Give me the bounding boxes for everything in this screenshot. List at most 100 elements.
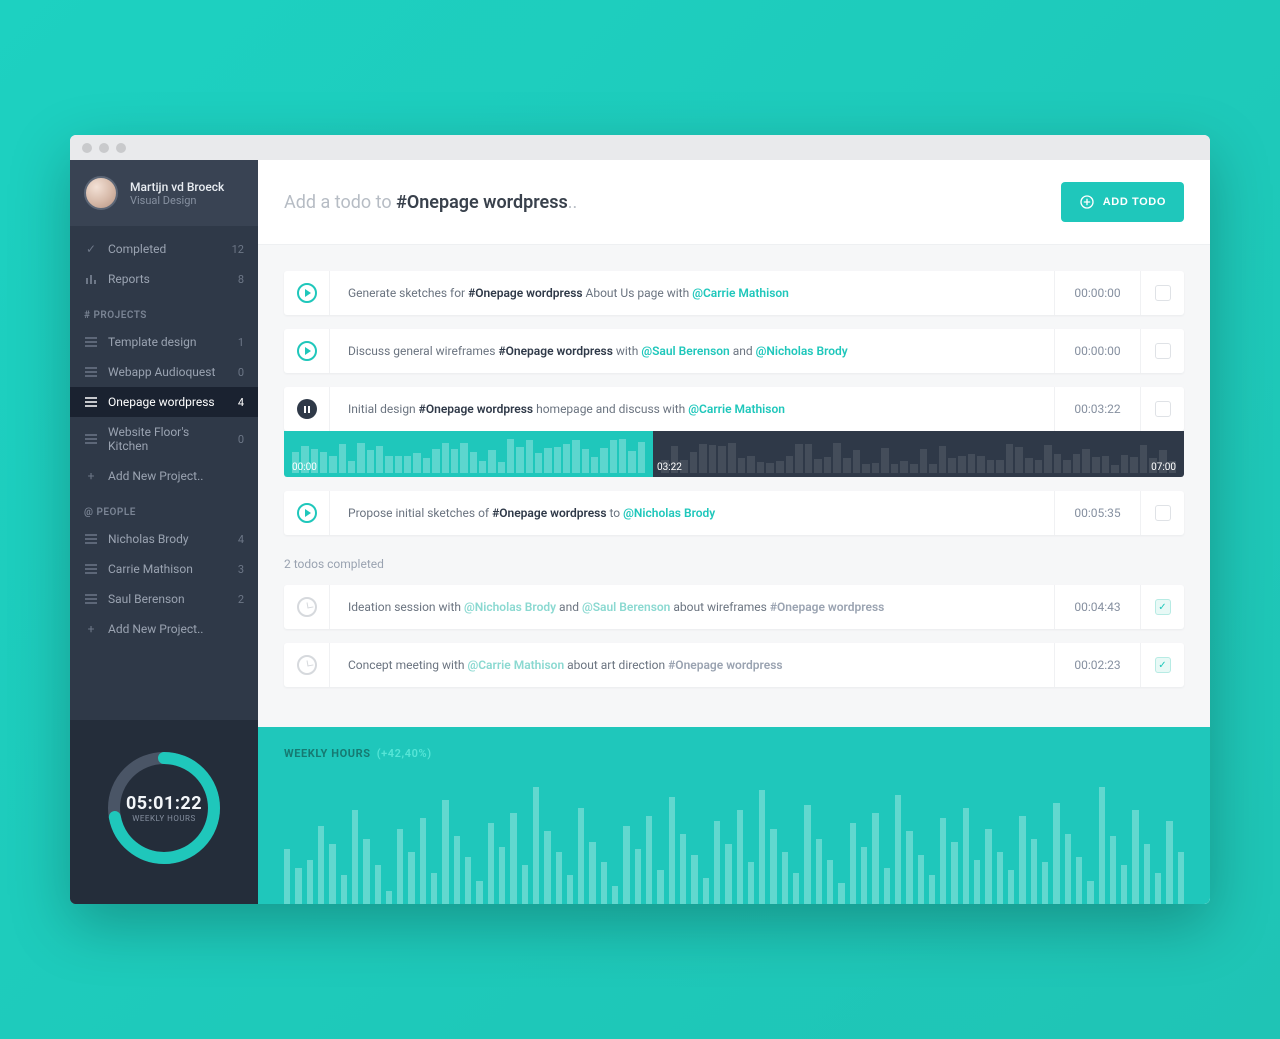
prompt-hashtag: #Onepage wordpress: [396, 192, 568, 213]
weekly-bar: [1155, 873, 1161, 904]
todo-item: Discuss general wireframes #Onepage word…: [284, 329, 1184, 373]
list-icon: [84, 564, 98, 574]
play-button[interactable]: [297, 341, 317, 361]
avatar: [84, 176, 118, 210]
todo-check-cell: [1140, 271, 1184, 315]
sidebar-item-label: Webapp Audioquest: [108, 365, 228, 379]
sidebar-item-count: 1: [238, 336, 244, 349]
weekly-bar: [567, 875, 573, 904]
weekly-bar: [318, 826, 324, 904]
list-icon: [84, 534, 98, 544]
ring-label: WEEKLY HOURS: [132, 814, 195, 823]
list-icon: [84, 367, 98, 377]
sidebar-item-person[interactable]: Saul Berenson 2: [70, 584, 258, 614]
todo-action-cell: [284, 271, 330, 315]
weekly-bar: [770, 829, 776, 904]
user-role: Visual Design: [130, 194, 224, 207]
weekly-bar: [963, 808, 969, 904]
weekly-bar: [386, 891, 392, 904]
weekly-bar: [623, 826, 629, 904]
weekly-bar: [850, 823, 856, 904]
todo-text[interactable]: Discuss general wireframes #Onepage word…: [330, 330, 1054, 372]
profile[interactable]: Martijn vd Broeck Visual Design: [70, 160, 258, 226]
sidebar-item-person[interactable]: + Add New Project..: [70, 614, 258, 644]
window-titlebar: [70, 135, 1210, 160]
weekly-bar: [510, 813, 516, 904]
weekly-bar: [454, 836, 460, 904]
play-button[interactable]: [297, 283, 317, 303]
todo-action-cell: [284, 643, 330, 687]
todo-checkbox[interactable]: [1155, 401, 1171, 417]
list-icon: [84, 434, 98, 444]
plus-icon: +: [84, 622, 98, 636]
pause-button[interactable]: [297, 399, 317, 419]
todo-checkbox[interactable]: [1155, 343, 1171, 359]
sidebar-item-project[interactable]: Website Floor's Kitchen 0: [70, 417, 258, 461]
todo-text[interactable]: Propose initial sketches of #Onepage wor…: [330, 492, 1054, 534]
weekly-bar: [918, 855, 924, 904]
weekly-bar: [1121, 865, 1127, 904]
window-minimize-dot[interactable]: [99, 143, 109, 153]
weekly-bar: [476, 881, 482, 904]
sidebar: Martijn vd Broeck Visual Design ✓ Comple…: [70, 160, 258, 904]
todo-checkbox[interactable]: [1155, 599, 1171, 615]
weekly-bar: [295, 868, 301, 904]
todo-time: 00:00:00: [1054, 329, 1140, 373]
projects-heading: # PROJECTS: [70, 294, 258, 327]
todo-checkbox[interactable]: [1155, 285, 1171, 301]
add-todo-button[interactable]: ADD TODO: [1061, 182, 1184, 222]
sidebar-item-completed[interactable]: ✓ Completed 12: [70, 234, 258, 264]
weekly-bar: [929, 875, 935, 904]
weekly-bar: [1110, 836, 1116, 904]
weekly-bar: [1132, 810, 1138, 904]
weekly-bar: [635, 849, 641, 904]
todo-check-cell: [1140, 585, 1184, 629]
weekly-bar: [804, 805, 810, 904]
todo-text[interactable]: Ideation session with @Nicholas Brody an…: [330, 586, 1054, 628]
weekly-bar: [782, 852, 788, 904]
weekly-bar: [589, 842, 595, 904]
window-maximize-dot[interactable]: [116, 143, 126, 153]
todo-check-cell: [1140, 387, 1184, 431]
timeline-start: 00:00: [292, 462, 317, 473]
sidebar-item-person[interactable]: Carrie Mathison 3: [70, 554, 258, 584]
weekly-bar: [1065, 834, 1071, 904]
todo-text[interactable]: Initial design #Onepage wordpress homepa…: [330, 388, 1054, 430]
sidebar-item-count: 3: [238, 563, 244, 576]
weekly-bar: [375, 865, 381, 904]
weekly-bar: [827, 860, 833, 904]
list-icon: [84, 594, 98, 604]
sidebar-item-count: 0: [238, 366, 244, 379]
todo-checkbox[interactable]: [1155, 657, 1171, 673]
clock-icon: [297, 655, 317, 675]
weekly-bar: [748, 862, 754, 904]
weekly-bar: [646, 816, 652, 904]
sidebar-item-project[interactable]: + Add New Project..: [70, 461, 258, 491]
weekly-bar: [997, 852, 1003, 904]
weekly-bar: [465, 857, 471, 904]
sidebar-item-label: Saul Berenson: [108, 592, 228, 606]
todo-time: 00:03:22: [1054, 387, 1140, 431]
weekly-bar: [985, 829, 991, 904]
weekly-bar: [408, 852, 414, 904]
sidebar-footer: 05:01:22 WEEKLY HOURS: [70, 720, 258, 904]
people-heading: @ PEOPLE: [70, 491, 258, 524]
weekly-bar: [714, 821, 720, 904]
weekly-bar: [759, 790, 765, 904]
plus-icon: +: [84, 469, 98, 483]
add-todo-prompt[interactable]: Add a todo to #Onepage wordpress..: [284, 192, 577, 213]
todo-text[interactable]: Concept meeting with @Carrie Mathison ab…: [330, 644, 1054, 686]
window-close-dot[interactable]: [82, 143, 92, 153]
sidebar-item-project[interactable]: Template design 1: [70, 327, 258, 357]
play-button[interactable]: [297, 503, 317, 523]
sidebar-item-reports[interactable]: Reports 8: [70, 264, 258, 294]
todo-timeline[interactable]: 00:00 03:2207:00: [284, 431, 1184, 477]
weekly-bar: [1099, 787, 1105, 904]
weekly-bar: [838, 883, 844, 904]
todo-text[interactable]: Generate sketches for #Onepage wordpress…: [330, 272, 1054, 314]
weekly-bar: [578, 808, 584, 904]
todo-checkbox[interactable]: [1155, 505, 1171, 521]
sidebar-item-person[interactable]: Nicholas Brody 4: [70, 524, 258, 554]
sidebar-item-project[interactable]: Onepage wordpress 4: [70, 387, 258, 417]
sidebar-item-project[interactable]: Webapp Audioquest 0: [70, 357, 258, 387]
